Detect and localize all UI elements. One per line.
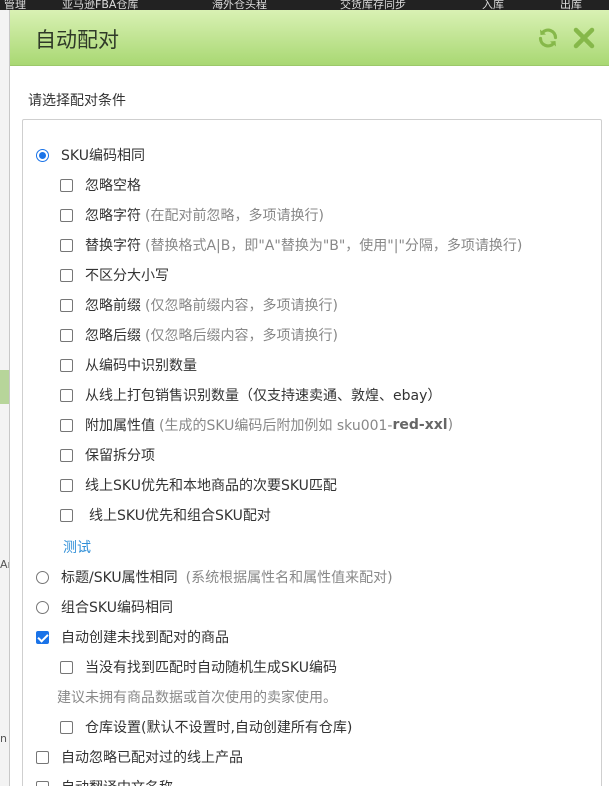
checkbox-keep-split[interactable]: 保留拆分项 [60, 444, 155, 466]
checkbox[interactable] [60, 418, 73, 432]
checkbox-append-attr[interactable]: 附加属性值 (生成的SKU编码后附加例如 sku001- red-xxl) [60, 414, 453, 436]
checkbox-hint: (仅忽略后缀内容，多项请换行) [145, 328, 338, 344]
checkbox-hint-end: ) [447, 417, 454, 433]
checkbox[interactable] [36, 780, 49, 786]
dialog-subtitle: 请选择配对条件 [28, 93, 126, 109]
checkbox-label: 附加属性值 [85, 418, 155, 434]
auto-create-note: 建议未拥有商品数据或首次使用的卖家使用。 [57, 690, 337, 706]
checkbox-hint: (替换格式A|B，即"A"替换为"B"，使用"|"分隔，多项请换行) [145, 238, 523, 254]
test-link-row: 测试 [63, 536, 91, 558]
checkbox[interactable] [36, 750, 49, 764]
checkbox-case-insensitive[interactable]: 不区分大小写 [60, 264, 169, 286]
checkbox[interactable] [60, 660, 73, 674]
checkbox-label: 忽略后缀 [85, 328, 141, 344]
checkbox[interactable] [60, 238, 73, 252]
checkbox-label: 自动翻译中文名称 [61, 777, 173, 786]
radio-button[interactable] [36, 148, 49, 162]
checkbox-auto-translate[interactable]: 自动翻译中文名称 [36, 776, 173, 786]
bg-tab: 出库 [560, 0, 582, 10]
checkbox[interactable] [60, 208, 73, 222]
checkbox-hint: (生成的SKU编码后附加例如 sku001- [159, 418, 393, 434]
checkbox-auto-ignore-paired[interactable]: 自动忽略已配对过的线上产品 [36, 746, 243, 768]
match-conditions-panel: SKU编码相同 忽略空格 忽略字符 (在配对前忽略，多项请换行) 替换字符 (替… [22, 119, 602, 786]
checkbox[interactable] [60, 178, 73, 192]
checkbox[interactable] [60, 478, 73, 492]
checkbox-qty-from-online[interactable]: 从线上打包销售识别数量（仅支持速卖通、敦煌、ebay） [60, 384, 441, 406]
checkbox-label: 自动创建未找到配对的商品 [61, 630, 229, 646]
checkbox[interactable] [60, 508, 73, 522]
refresh-icon[interactable] [535, 25, 561, 51]
checkbox-ignore-prefix[interactable]: 忽略前缀 (仅忽略前缀内容，多项请换行) [60, 294, 338, 316]
checkbox-hint: (在配对前忽略，多项请换行) [145, 208, 324, 224]
checkbox-replace-chars[interactable]: 替换字符 (替换格式A|B，即"A"替换为"B"，使用"|"分隔，多项请换行) [60, 234, 522, 256]
radio-hint: (系统根据属性名和属性值来配对) [185, 570, 393, 586]
bg-tab: 亚马逊FBA仓库 [62, 0, 139, 10]
checkbox-auto-create[interactable]: 自动创建未找到配对的商品 [36, 626, 229, 648]
checkbox-label: 线上SKU优先和组合SKU配对 [89, 508, 271, 524]
radio-button[interactable] [36, 570, 49, 584]
auto-match-dialog: 自动配对 请选择配对条件 SKU编码相同 忽略空格 忽略字符 (在配对前忽略，多… [9, 10, 609, 786]
checkbox-label: 替换字符 [85, 238, 141, 254]
radio-combo-sku-same[interactable]: 组合SKU编码相同 [36, 596, 173, 618]
dialog-title: 自动配对 [35, 28, 119, 52]
checkbox-ignore-space[interactable]: 忽略空格 [60, 174, 141, 196]
radio-label: SKU编码相同 [61, 148, 145, 164]
checkbox-label: 线上SKU优先和本地商品的次要SKU匹配 [85, 478, 337, 494]
bg-tab: 海外仓头程 [212, 0, 267, 10]
checkbox-warehouse-setting[interactable]: 仓库设置(默认不设置时,自动创建所有仓库) [60, 716, 352, 738]
checkbox[interactable] [60, 448, 73, 462]
auto-create-note-row: 建议未拥有商品数据或首次使用的卖家使用。 [57, 686, 337, 708]
checkbox[interactable] [60, 358, 73, 372]
bg-tab: 交货库存同步 [340, 0, 406, 10]
radio-sku-same[interactable]: SKU编码相同 [36, 144, 145, 166]
bg-tab: 入库 [482, 0, 504, 10]
checkbox-label: 忽略空格 [85, 178, 141, 194]
bg-text: n [0, 732, 7, 745]
checkbox-label: 自动忽略已配对过的线上产品 [61, 750, 243, 766]
checkbox-auto-random-sku[interactable]: 当没有找到匹配时自动随机生成SKU编码 [60, 656, 337, 678]
checkbox-hint: (仅忽略前缀内容，多项请换行) [145, 298, 338, 314]
checkbox-online-priority-local[interactable]: 线上SKU优先和本地商品的次要SKU匹配 [60, 474, 337, 496]
bg-tab: 管理 [4, 0, 26, 10]
checkbox-label: 忽略前缀 [85, 298, 141, 314]
checkbox-ignore-suffix[interactable]: 忽略后缀 (仅忽略后缀内容，多项请换行) [60, 324, 338, 346]
checkbox-hint-example: red-xxl [392, 417, 448, 433]
checkbox-label: 从编码中识别数量 [85, 358, 197, 374]
radio-button[interactable] [36, 600, 49, 614]
dialog-header: 自动配对 [10, 10, 609, 66]
checkbox[interactable] [60, 720, 73, 734]
checkbox-label: 忽略字符 [85, 208, 141, 224]
checkbox-label: 保留拆分项 [85, 448, 155, 464]
checkbox-qty-from-code[interactable]: 从编码中识别数量 [60, 354, 197, 376]
checkbox-online-priority-combo[interactable]: 线上SKU优先和组合SKU配对 [60, 504, 271, 526]
test-link[interactable]: 测试 [63, 537, 91, 557]
checkbox-label: 不区分大小写 [85, 268, 169, 284]
close-icon[interactable] [571, 25, 597, 51]
radio-title-attr-same[interactable]: 标题/SKU属性相同 (系统根据属性名和属性值来配对) [36, 566, 393, 588]
radio-label: 组合SKU编码相同 [61, 600, 173, 616]
checkbox-ignore-chars[interactable]: 忽略字符 (在配对前忽略，多项请换行) [60, 204, 324, 226]
checkbox[interactable] [36, 630, 49, 644]
checkbox-label: 当没有找到匹配时自动随机生成SKU编码 [85, 660, 337, 676]
checkbox[interactable] [60, 388, 73, 402]
background-top-bar: 管理 亚马逊FBA仓库 海外仓头程 交货库存同步 入库 出库 [0, 0, 609, 10]
checkbox-label: 仓库设置(默认不设置时,自动创建所有仓库) [85, 720, 353, 736]
checkbox[interactable] [60, 298, 73, 312]
checkbox[interactable] [60, 328, 73, 342]
checkbox-label: 从线上打包销售识别数量（仅支持速卖通、敦煌、ebay） [85, 388, 442, 404]
radio-label: 标题/SKU属性相同 [61, 570, 178, 586]
checkbox[interactable] [60, 268, 73, 282]
